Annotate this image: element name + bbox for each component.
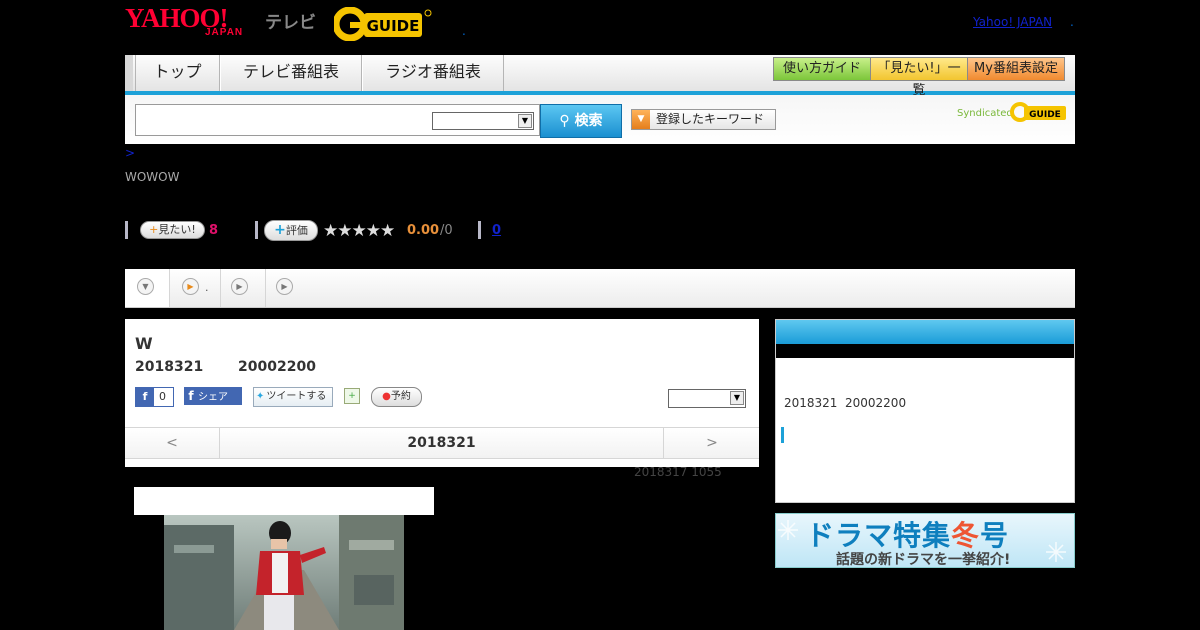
yahoo-japan-logo-text: JAPAN [205, 27, 244, 38]
facebook-share-button[interactable]: f シェア [184, 387, 242, 405]
tweet-label: ツイートする [266, 391, 327, 402]
program-detail-panel: W 2018321 20002200 f0 f シェア ✦ ツイートする + ●予約… [125, 319, 759, 467]
rating-stars: ★★★★★ [323, 221, 395, 241]
image-caption-bar [134, 487, 434, 515]
search-button-label: 検索 [574, 113, 603, 129]
header-separator-right: . [1070, 15, 1074, 29]
calendar-add-icon[interactable]: + [344, 388, 360, 404]
reserve-button[interactable]: ●予約 [371, 387, 422, 407]
mitai-button[interactable]: +見たい! [140, 221, 205, 239]
facebook-like-count: 0 [159, 390, 166, 403]
facebook-share-label: シェア [198, 392, 228, 403]
date-navigation: < 2018321 > [125, 427, 759, 459]
divider [478, 221, 481, 239]
program-title: W [135, 334, 153, 353]
channel-name: WOWOW [125, 170, 180, 184]
rate-button-label: 評価 [285, 224, 308, 237]
reserve-label: 予約 [390, 391, 411, 402]
play-icon: ▶ [231, 278, 248, 295]
previous-date-button[interactable]: < [125, 428, 220, 458]
plus-icon: + [149, 223, 159, 236]
program-subtabs: ▼ ▶ . ▶ ▶ [125, 269, 1075, 308]
side-broadcast-date: 2018321 [784, 396, 838, 410]
record-dot-icon: ● [382, 391, 391, 402]
gguide-logo-text: GUIDE [367, 17, 420, 35]
subtab-2[interactable]: ▶ . [170, 269, 221, 307]
tweet-button[interactable]: ✦ ツイートする [253, 387, 333, 407]
facebook-icon: f [188, 389, 194, 403]
program-photo [164, 515, 404, 630]
search-category-select[interactable]: ▼ [432, 112, 534, 130]
twitter-bird-icon: ✦ [256, 391, 265, 402]
side-panel-header [776, 320, 1074, 344]
subtab-2-label: . [205, 281, 209, 294]
banner-headline-winter: 冬 [951, 519, 981, 552]
banner-headline-issue: 号 [980, 519, 1010, 552]
chevron-down-icon: ▼ [137, 278, 154, 295]
divider [255, 221, 258, 239]
gguide-logo[interactable]: GUIDE [332, 6, 432, 42]
rate-button[interactable]: +評価 [264, 220, 318, 241]
drama-special-banner[interactable]: ドラマ特集冬号 話題の新ドラマを一挙紹介! [775, 513, 1075, 568]
current-date: 2018321 [407, 435, 476, 451]
program-options-select[interactable]: ▼ [668, 389, 746, 408]
triangle-down-icon: ▼ [632, 110, 650, 129]
mitai-count: 8 [209, 223, 219, 238]
my-listings-settings-button[interactable]: My番組表設定 [967, 57, 1065, 81]
rating-value: 0.00 [407, 223, 440, 238]
plus-icon: + [274, 222, 286, 238]
banner-headline-main: ドラマ特集 [806, 519, 952, 552]
chevron-down-icon: ▼ [730, 391, 744, 405]
usage-guide-button[interactable]: 使い方ガイド [773, 57, 871, 81]
breadcrumb[interactable]: > [125, 146, 135, 160]
syndicated-logo-text: GUIDE [1029, 110, 1061, 120]
program-time: 20002200 [238, 359, 316, 375]
search-area: ▼ ⚲ 検索 ▼ 登録したキーワード Syndicated GUIDE [125, 95, 1075, 144]
divider [125, 221, 128, 239]
program-date: 2018321 [135, 359, 204, 375]
subtab-1[interactable]: ▼ [125, 269, 170, 307]
saved-keywords-label: 登録したキーワード [656, 112, 765, 126]
yahoo-japan-link[interactable]: Yahoo! JAPAN [973, 15, 1052, 29]
nav-edge [125, 55, 133, 91]
facebook-like-button[interactable]: f0 [135, 387, 174, 407]
banner-subline: 話題の新ドラマを一挙紹介! [836, 552, 1011, 568]
next-date-button[interactable]: > [663, 428, 760, 458]
play-icon: ▶ [276, 278, 293, 295]
side-accent-bar [781, 427, 784, 443]
play-icon: ▶ [182, 278, 199, 295]
side-broadcast-panel: 2018321 20002200 [775, 319, 1075, 503]
chevron-down-icon: ▼ [518, 114, 532, 128]
review-count-link[interactable]: 0 [492, 223, 501, 238]
mitai-button-label: 見たい! [158, 223, 196, 236]
nav-tab-top[interactable]: トップ [135, 55, 220, 91]
side-panel-subheader [776, 344, 1074, 358]
banner-headline: ドラマ特集冬号 [806, 514, 1009, 554]
rating-count: /0 [440, 223, 453, 238]
facebook-icon: f [136, 388, 154, 406]
nav-tab-tv-listings[interactable]: テレビ番組表 [220, 55, 362, 91]
subtab-4[interactable]: ▶ [266, 269, 310, 307]
tv-logo-text[interactable]: テレビ [265, 8, 316, 33]
subtab-3[interactable]: ▶ [221, 269, 266, 307]
search-icon: ⚲ [559, 113, 570, 129]
syndicated-label: Syndicated [957, 108, 1013, 119]
search-button[interactable]: ⚲ 検索 [540, 104, 622, 138]
saved-keywords-button[interactable]: ▼ 登録したキーワード [631, 109, 776, 130]
side-broadcast-time: 20002200 [845, 396, 907, 410]
header-separator: . [462, 24, 466, 38]
nav-tab-radio-listings[interactable]: ラジオ番組表 [362, 55, 504, 91]
mitai-list-button[interactable]: 「見たい!」一覧 [870, 57, 968, 98]
syndicated-gguide-logo: GUIDE [1010, 101, 1068, 123]
update-timestamp: 2018317 1055 [634, 465, 722, 479]
main-navigation: トップ テレビ番組表 ラジオ番組表 使い方ガイド 「見たい!」一覧 My番組表設… [125, 55, 1075, 98]
